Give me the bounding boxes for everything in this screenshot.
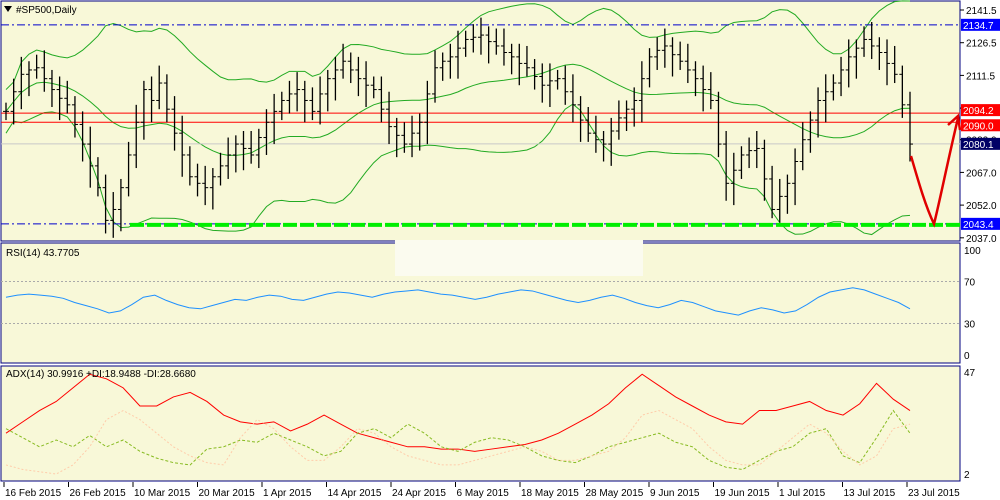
- date-label: 6 May 2015: [457, 488, 510, 499]
- price-tick-label: 2141.5: [966, 6, 997, 17]
- adx-panel[interactable]: [0, 365, 961, 482]
- date-label: 19 Jun 2015: [715, 488, 770, 499]
- rsi-tick-label: 70: [964, 278, 976, 289]
- price-tick-label: 2067.0: [966, 168, 997, 179]
- rsi-label: RSI(14) 43.7705: [6, 248, 80, 259]
- price-tick-label: 2126.5: [966, 39, 997, 50]
- date-label: 10 Mar 2015: [134, 488, 191, 499]
- chart-canvas[interactable]: 10070300 472 2141.52126.52111.52096.5208…: [0, 0, 1000, 500]
- chart-window: 10070300 472 2141.52126.52111.52096.5208…: [0, 0, 1000, 500]
- blank-tooltip: [395, 240, 643, 276]
- date-label: 1 Jul 2015: [779, 488, 826, 499]
- date-label: 24 Apr 2015: [392, 488, 446, 499]
- price-label: 2094.2: [963, 106, 994, 117]
- date-label: 18 May 2015: [521, 488, 579, 499]
- price-label: 2134.7: [963, 21, 994, 32]
- rsi-tick-label: 100: [964, 246, 981, 257]
- date-label: 14 Apr 2015: [328, 488, 382, 499]
- rsi-tick-label: 30: [964, 320, 976, 331]
- adx-tick-label: 47: [964, 368, 976, 379]
- rsi-tick-label: 0: [964, 351, 970, 362]
- date-label: 9 Jun 2015: [650, 488, 700, 499]
- date-label: 1 Apr 2015: [263, 488, 312, 499]
- date-label: 23 Jul 2015: [908, 488, 960, 499]
- price-label: 2080.1: [963, 140, 994, 151]
- chart-title: #SP500,Daily: [16, 5, 77, 16]
- price-tick-label: 2052.0: [966, 201, 997, 212]
- price-label: 2043.4: [963, 220, 994, 231]
- date-label: 28 May 2015: [586, 488, 644, 499]
- price-tick-label: 2111.5: [966, 71, 996, 82]
- date-label: 16 Feb 2015: [5, 488, 62, 499]
- date-label: 20 Mar 2015: [199, 488, 256, 499]
- date-label: 26 Feb 2015: [70, 488, 127, 499]
- date-label: 13 Jul 2015: [844, 488, 896, 499]
- adx-label: ADX(14) 30.9916 +DI:18.9488 -DI:28.6680: [6, 369, 196, 380]
- price-tick-label: 2037.0: [966, 234, 997, 245]
- adx-tick-label: 2: [964, 470, 970, 481]
- price-label: 2090.0: [963, 121, 994, 132]
